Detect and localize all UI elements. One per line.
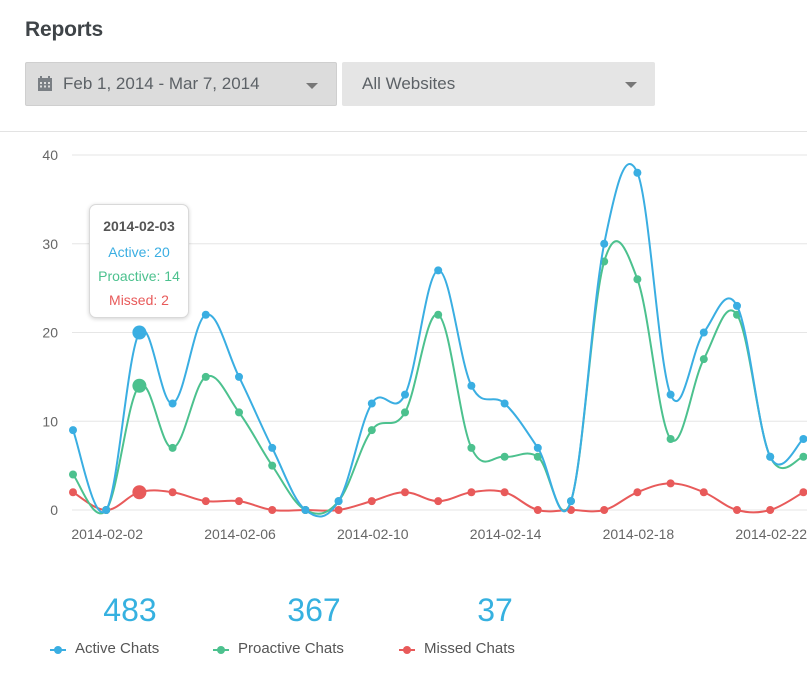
missed-chats-point	[69, 488, 77, 497]
active-chats-point	[168, 399, 177, 408]
missed-chats-point	[766, 506, 775, 514]
x-tick-label: 2014-02-02	[71, 526, 143, 542]
proactive-chats-point	[268, 461, 277, 470]
legend-label: Active Chats	[75, 640, 160, 657]
chevron-down-icon	[306, 83, 318, 89]
legend-marker-active	[48, 643, 68, 655]
active-chats-point	[733, 301, 741, 310]
tooltip-active: Active: 20	[108, 244, 170, 260]
legend-missed-chats[interactable]: Missed Chats	[397, 640, 515, 657]
legend-marker-missed	[397, 643, 417, 655]
active-chats-point	[633, 168, 642, 177]
active-chats-point	[201, 310, 210, 319]
missed-chats-point	[600, 506, 609, 514]
date-range-value: Feb 1, 2014 - Mar 7, 2014	[63, 74, 260, 93]
active-chats-total: 483	[103, 592, 157, 628]
active-chats-point	[766, 452, 775, 461]
x-tick-label: 2014-02-22	[735, 526, 807, 542]
missed-chats-point	[334, 506, 343, 514]
missed-chats-point	[132, 485, 147, 500]
x-tick-label: 2014-02-14	[470, 526, 542, 542]
proactive-chats-point	[633, 275, 642, 284]
missed-chats-point	[733, 506, 741, 514]
tooltip-missed: Missed: 2	[109, 292, 169, 308]
missed-chats-point	[533, 506, 542, 514]
line-chart: 0 10 20 30 40 2014-02-02 2014-02-06 2014-02-10 2…	[42, 147, 807, 542]
tooltip-date: 2014-02-03	[103, 218, 175, 234]
missed-chats-point	[434, 497, 443, 506]
active-chats-point	[235, 372, 243, 381]
x-tick-label: 2014-02-10	[337, 526, 409, 542]
x-tick-label: 2014-02-06	[204, 526, 276, 542]
chart-tooltip: 2014-02-03 Active: 20 Proactive: 14 Miss…	[89, 204, 189, 318]
legend-label: Missed Chats	[424, 640, 515, 657]
missed-chats-point	[168, 488, 177, 497]
missed-chats-point	[268, 506, 277, 514]
legend-marker-proactive	[211, 643, 231, 655]
active-chats-point	[567, 497, 575, 506]
proactive-chats-point	[401, 408, 409, 417]
page-title: Reports	[25, 18, 103, 41]
proactive-chats-point	[699, 355, 708, 364]
missed-chats-point	[367, 497, 376, 506]
missed-chats-point	[235, 497, 243, 506]
active-chats-point	[467, 381, 476, 390]
active-chats-point	[401, 390, 409, 399]
missed-chats-total: 37	[477, 592, 513, 628]
website-dropdown[interactable]: All Websites	[342, 62, 655, 106]
proactive-chats-point	[799, 452, 807, 461]
active-chats-point	[69, 426, 77, 435]
calendar-icon	[38, 76, 52, 91]
y-tick-label: 10	[42, 413, 58, 429]
missed-chats-point	[201, 497, 210, 506]
missed-chats-point	[500, 488, 509, 497]
y-tick-label: 30	[42, 236, 58, 252]
legend-proactive-chats[interactable]: Proactive Chats	[211, 640, 344, 657]
active-chats-point	[434, 266, 443, 275]
website-value: All Websites	[362, 74, 456, 93]
active-chats-point	[533, 443, 542, 452]
active-chats-point	[699, 328, 708, 337]
date-range-dropdown[interactable]: Feb 1, 2014 - Mar 7, 2014	[25, 62, 337, 106]
legend-label: Proactive Chats	[238, 640, 344, 657]
legend-active-chats[interactable]: Active Chats	[48, 640, 159, 657]
proactive-chats-point	[500, 452, 509, 461]
active-chats-point	[367, 399, 376, 408]
y-tick-label: 20	[42, 325, 58, 341]
active-chats-point	[132, 325, 147, 340]
proactive-chats-point	[69, 470, 77, 479]
proactive-chats-point	[367, 426, 376, 435]
active-chats-point	[500, 399, 509, 408]
active-chats-point	[600, 239, 609, 248]
x-tick-label: 2014-02-18	[603, 526, 675, 542]
active-chats-point	[301, 506, 310, 514]
active-chats-point	[334, 497, 343, 506]
proactive-chats-point	[201, 372, 210, 381]
proactive-chats-total: 367	[287, 592, 341, 628]
proactive-chats-point	[168, 443, 177, 452]
active-chats-point	[102, 506, 111, 514]
proactive-chats-point	[434, 310, 443, 319]
missed-chats-point	[401, 488, 409, 497]
y-tick-label: 0	[50, 502, 58, 518]
proactive-chats-point	[132, 378, 147, 393]
missed-chats-point	[633, 488, 642, 497]
active-chats-point	[666, 390, 675, 399]
proactive-chats-point	[467, 443, 476, 452]
y-tick-label: 40	[42, 147, 58, 163]
proactive-chats-point	[235, 408, 243, 417]
missed-chats-point	[699, 488, 708, 497]
divider	[0, 131, 807, 132]
proactive-chats-point	[666, 435, 675, 443]
missed-chats-point	[666, 479, 675, 488]
active-chats-point	[268, 443, 277, 452]
missed-chats-point	[467, 488, 476, 497]
tooltip-proactive: Proactive: 14	[98, 268, 180, 284]
chevron-down-icon	[625, 82, 637, 88]
